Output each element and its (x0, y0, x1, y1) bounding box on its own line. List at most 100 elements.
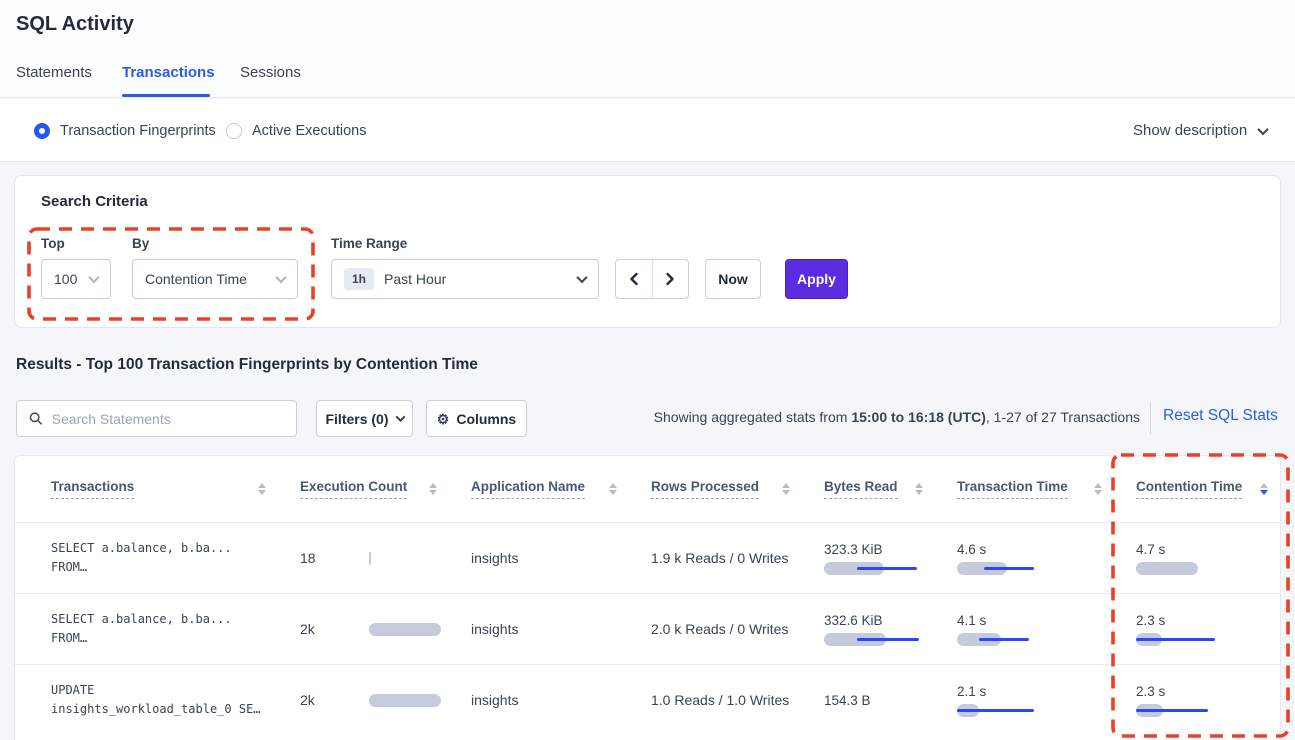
bytes-read-cell: 323.3 KiB (824, 542, 957, 575)
page-title: SQL Activity (16, 13, 134, 36)
by-select[interactable]: Contention Time (132, 259, 298, 299)
divider (1150, 402, 1151, 434)
bytes-read-cell: 332.6 KiB (824, 613, 957, 646)
sort-icon[interactable] (782, 483, 790, 495)
search-icon (29, 411, 43, 426)
next-time-range-button[interactable] (653, 260, 689, 298)
contention-time-bar (1136, 633, 1256, 646)
table-row[interactable]: SELECT a.balance, b.ba... FROM… 18 insig… (15, 522, 1280, 593)
transaction-fingerprint-link[interactable]: UPDATE insights_workload_table_0 SE… (15, 681, 300, 719)
execution-count-cell: 2k (300, 621, 471, 637)
columns-button[interactable]: ⚙ Columns (426, 400, 527, 437)
table-header-row: Transactions Execution Count Application… (15, 456, 1280, 522)
transaction-fingerprint-link[interactable]: SELECT a.balance, b.ba... FROM… (15, 539, 300, 577)
radio-unselected-icon[interactable] (226, 123, 242, 139)
time-range-step-group (615, 259, 689, 299)
columns-label: Columns (456, 411, 516, 427)
chevron-down-icon (88, 272, 99, 283)
application-name-cell: insights (471, 621, 651, 637)
radio-selected-icon[interactable] (34, 123, 50, 139)
sort-icon-active-desc[interactable] (1260, 483, 1268, 495)
contention-time-cell: 2.3 s (1136, 684, 1280, 717)
sort-icon[interactable] (429, 483, 437, 495)
transaction-time-cell: 4.1 s (957, 613, 1136, 646)
by-select-value: Contention Time (145, 271, 247, 287)
transactions-table: Transactions Execution Count Application… (14, 455, 1281, 740)
contention-time-bar (1136, 562, 1256, 575)
time-range-label: Time Range (331, 236, 407, 251)
sql-activity-page: { "page": { "title": "SQL Activity" }, "… (0, 0, 1295, 740)
results-heading: Results - Top 100 Transaction Fingerprin… (16, 356, 478, 374)
bytes-read-bar (824, 562, 944, 575)
sort-icon[interactable] (609, 483, 617, 495)
show-description-toggle[interactable]: Show description (1133, 99, 1267, 162)
transaction-time-bar (957, 562, 1077, 575)
gear-icon: ⚙ (437, 412, 450, 426)
radio-label: Transaction Fingerprints (60, 123, 216, 139)
transaction-time-bar (957, 704, 1077, 717)
search-statements-box[interactable] (16, 400, 297, 437)
column-header-contention-time[interactable]: Contention Time (1136, 479, 1280, 499)
transaction-time-bar (957, 633, 1077, 646)
tab-sessions[interactable]: Sessions (240, 64, 301, 81)
chevron-down-icon (275, 272, 286, 283)
sort-icon[interactable] (258, 483, 266, 495)
column-header-transactions[interactable]: Transactions (15, 479, 300, 499)
column-header-execution-count[interactable]: Execution Count (300, 479, 471, 499)
sort-icon[interactable] (915, 483, 923, 495)
application-name-cell: insights (471, 692, 651, 708)
tab-transactions[interactable]: Transactions (122, 64, 215, 81)
search-statements-input[interactable] (52, 411, 284, 427)
time-range-select[interactable]: 1h Past Hour (331, 259, 599, 299)
time-range-badge: 1h (344, 268, 374, 290)
execution-count-bar (369, 623, 441, 636)
top-select-value: 100 (54, 271, 77, 287)
chevron-down-icon (1258, 123, 1269, 134)
tab-statements[interactable]: Statements (16, 64, 92, 81)
table-row[interactable]: UPDATE insights_workload_table_0 SE… 2k … (15, 664, 1280, 735)
by-label: By (132, 236, 149, 251)
chevron-right-icon (664, 272, 676, 286)
previous-time-range-button[interactable] (616, 260, 653, 298)
bytes-read-cell: 154.3 B (824, 693, 957, 708)
rows-processed-cell: 1.9 k Reads / 0 Writes (651, 550, 824, 566)
execution-count-cell: 2k (300, 692, 471, 708)
aggregated-stats-text: Showing aggregated stats from 15:00 to 1… (654, 409, 1140, 425)
rows-processed-cell: 2.0 k Reads / 0 Writes (651, 621, 824, 637)
search-criteria-heading: Search Criteria (41, 193, 148, 210)
column-header-application-name[interactable]: Application Name (471, 479, 651, 499)
time-range-value: Past Hour (384, 271, 446, 287)
chevron-down-icon (576, 272, 587, 283)
radio-label: Active Executions (252, 123, 366, 139)
now-button[interactable]: Now (705, 259, 761, 299)
show-description-label: Show description (1133, 122, 1247, 139)
contention-time-cell: 2.3 s (1136, 613, 1280, 646)
apply-button[interactable]: Apply (785, 259, 848, 299)
transaction-fingerprint-link[interactable]: SELECT a.balance, b.ba... FROM… (15, 610, 300, 648)
radio-active-executions[interactable]: Active Executions (226, 99, 366, 162)
top-select[interactable]: 100 (41, 259, 111, 299)
column-header-rows-processed[interactable]: Rows Processed (651, 479, 824, 499)
rows-processed-cell: 1.0 Reads / 1.0 Writes (651, 692, 824, 708)
execution-count-cell: 18 (300, 550, 471, 566)
filters-label: Filters (0) (325, 411, 388, 427)
execution-count-bar (369, 552, 371, 565)
transaction-time-cell: 4.6 s (957, 542, 1136, 575)
bytes-read-bar (824, 633, 944, 646)
chevron-left-icon (628, 272, 640, 286)
table-row[interactable]: SELECT a.balance, b.ba... FROM… 2k insig… (15, 593, 1280, 664)
sort-icon[interactable] (1094, 483, 1102, 495)
active-tab-underline (122, 94, 210, 97)
filters-button[interactable]: Filters (0) (316, 400, 413, 437)
top-header: SQL Activity Statements Transactions Ses… (0, 0, 1295, 98)
chevron-down-icon (395, 412, 405, 422)
transaction-time-cell: 2.1 s (957, 684, 1136, 717)
radio-transaction-fingerprints[interactable]: Transaction Fingerprints (34, 99, 216, 162)
column-header-bytes-read[interactable]: Bytes Read (824, 479, 957, 499)
execution-count-bar (369, 694, 441, 707)
search-criteria-panel: Search Criteria Top 100 By Contention Ti… (14, 175, 1281, 328)
column-header-transaction-time[interactable]: Transaction Time (957, 479, 1136, 499)
view-toggle-bar: Transaction Fingerprints Active Executio… (0, 99, 1295, 162)
contention-time-bar (1136, 704, 1256, 717)
reset-sql-stats-link[interactable]: Reset SQL Stats (1163, 407, 1278, 425)
